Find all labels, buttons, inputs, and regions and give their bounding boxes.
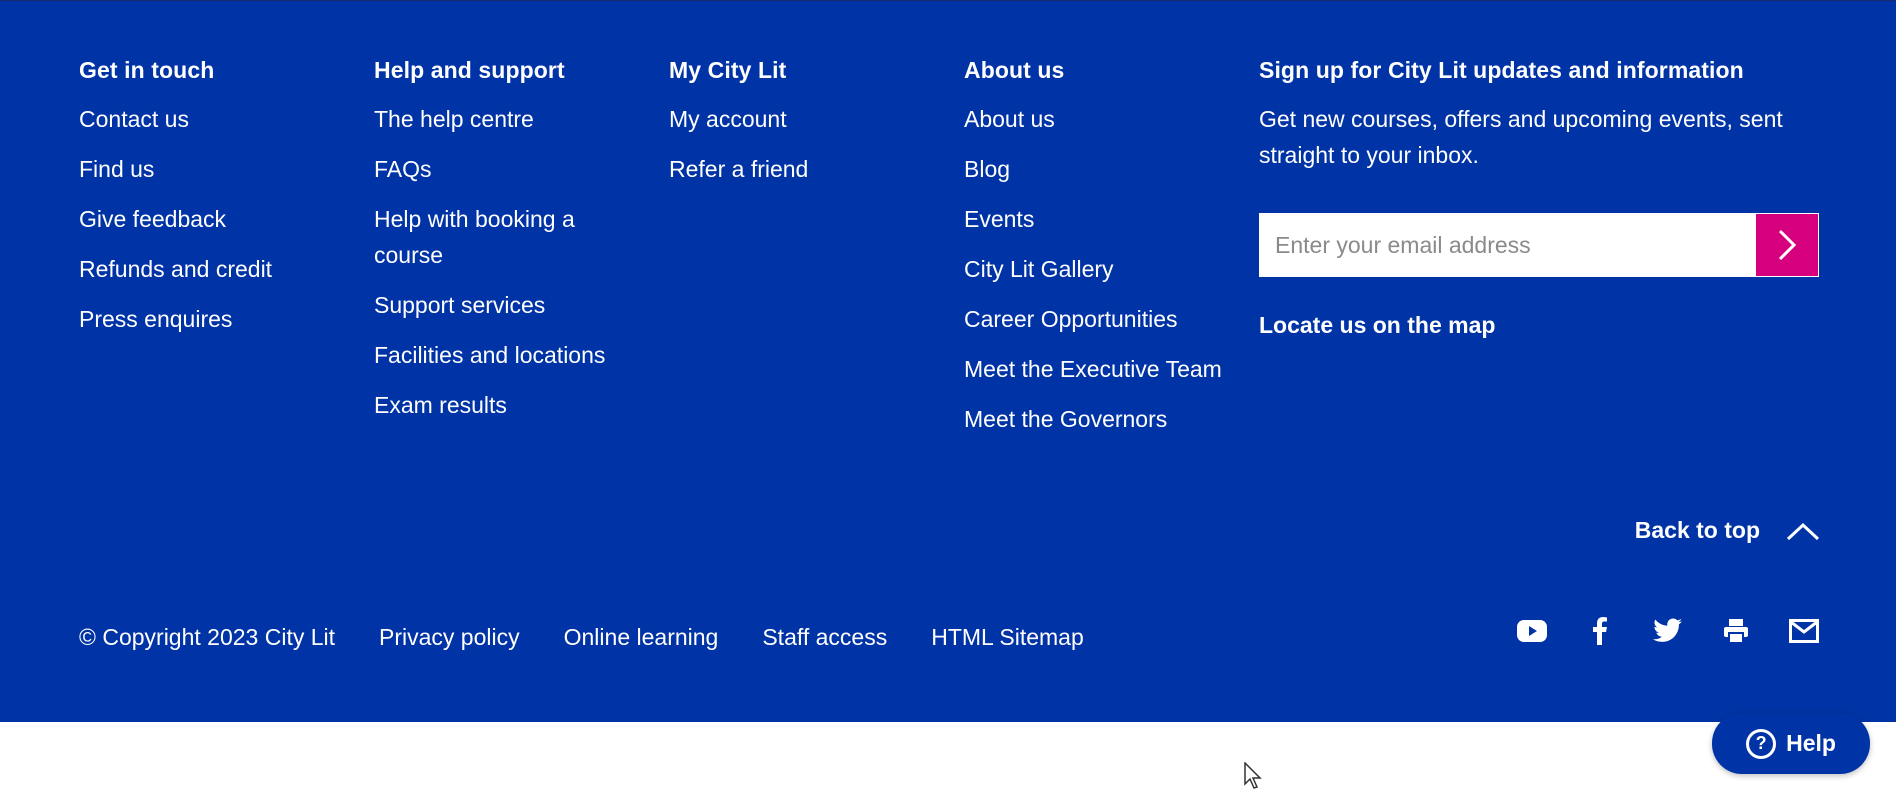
facilities-locations-link[interactable]: Facilities and locations bbox=[374, 342, 605, 368]
footer-column-help-support: Help and support The help centre FAQs He… bbox=[374, 51, 634, 437]
contact-us-link[interactable]: Contact us bbox=[79, 106, 189, 132]
governors-link[interactable]: Meet the Governors bbox=[964, 406, 1167, 432]
about-us-link[interactable]: About us bbox=[964, 106, 1055, 132]
gallery-link[interactable]: City Lit Gallery bbox=[964, 256, 1114, 282]
refunds-credit-link[interactable]: Refunds and credit bbox=[79, 256, 272, 282]
footer-column-my-city-lit: My City Lit My account Refer a friend bbox=[669, 51, 929, 201]
chevron-right-icon bbox=[1778, 229, 1797, 261]
give-feedback-link[interactable]: Give feedback bbox=[79, 206, 226, 232]
column-heading: My City Lit bbox=[669, 57, 787, 83]
html-sitemap-link[interactable]: HTML Sitemap bbox=[931, 619, 1084, 655]
print-icon[interactable] bbox=[1720, 615, 1752, 647]
youtube-icon[interactable] bbox=[1516, 615, 1548, 647]
legal-links: © Copyright 2023 City Lit Privacy policy… bbox=[79, 619, 1084, 655]
refer-friend-link[interactable]: Refer a friend bbox=[669, 156, 808, 182]
press-enquires-link[interactable]: Press enquires bbox=[79, 306, 232, 332]
my-account-link[interactable]: My account bbox=[669, 106, 787, 132]
footer-column-about-us: About us About us Blog Events City Lit G… bbox=[964, 51, 1254, 451]
exam-results-link[interactable]: Exam results bbox=[374, 392, 507, 418]
copyright-text: © Copyright 2023 City Lit bbox=[79, 624, 336, 650]
signup-description: Get new courses, offers and upcoming eve… bbox=[1259, 106, 1783, 168]
help-button[interactable]: ? Help bbox=[1712, 713, 1870, 774]
help-button-label: Help bbox=[1786, 730, 1836, 756]
back-to-top-button[interactable]: Back to top bbox=[1635, 517, 1820, 544]
column-heading: Help and support bbox=[374, 57, 565, 83]
locate-map-link[interactable]: Locate us on the map bbox=[1259, 312, 1495, 338]
site-footer: Get in touch Contact us Find us Give fee… bbox=[0, 0, 1896, 722]
events-link[interactable]: Events bbox=[964, 206, 1034, 232]
staff-access-link[interactable]: Staff access bbox=[762, 619, 887, 655]
chevron-up-icon bbox=[1786, 522, 1820, 540]
question-icon: ? bbox=[1746, 728, 1777, 759]
find-us-link[interactable]: Find us bbox=[79, 156, 154, 182]
signup-heading: Sign up for City Lit updates and informa… bbox=[1259, 57, 1744, 83]
email-submit-button[interactable] bbox=[1755, 213, 1819, 277]
column-heading: About us bbox=[964, 57, 1065, 83]
newsletter-signup: Sign up for City Lit updates and informa… bbox=[1259, 51, 1819, 343]
twitter-icon[interactable] bbox=[1652, 615, 1684, 647]
help-booking-link[interactable]: Help with booking a course bbox=[374, 206, 575, 268]
executive-team-link[interactable]: Meet the Executive Team bbox=[964, 356, 1222, 382]
email-icon[interactable] bbox=[1788, 615, 1820, 647]
mouse-cursor-icon bbox=[1244, 762, 1262, 789]
facebook-icon[interactable] bbox=[1584, 615, 1616, 647]
online-learning-link[interactable]: Online learning bbox=[564, 619, 719, 655]
email-input[interactable] bbox=[1259, 213, 1755, 277]
footer-column-get-in-touch: Get in touch Contact us Find us Give fee… bbox=[79, 51, 359, 351]
email-signup-form bbox=[1259, 213, 1819, 277]
column-heading: Get in touch bbox=[79, 57, 215, 83]
back-to-top-label: Back to top bbox=[1634, 517, 1760, 543]
social-links bbox=[1516, 615, 1820, 647]
help-centre-link[interactable]: The help centre bbox=[374, 106, 534, 132]
faqs-link[interactable]: FAQs bbox=[374, 156, 432, 182]
privacy-policy-link[interactable]: Privacy policy bbox=[379, 619, 520, 655]
blog-link[interactable]: Blog bbox=[964, 156, 1010, 182]
support-services-link[interactable]: Support services bbox=[374, 292, 545, 318]
career-opportunities-link[interactable]: Career Opportunities bbox=[964, 306, 1178, 332]
